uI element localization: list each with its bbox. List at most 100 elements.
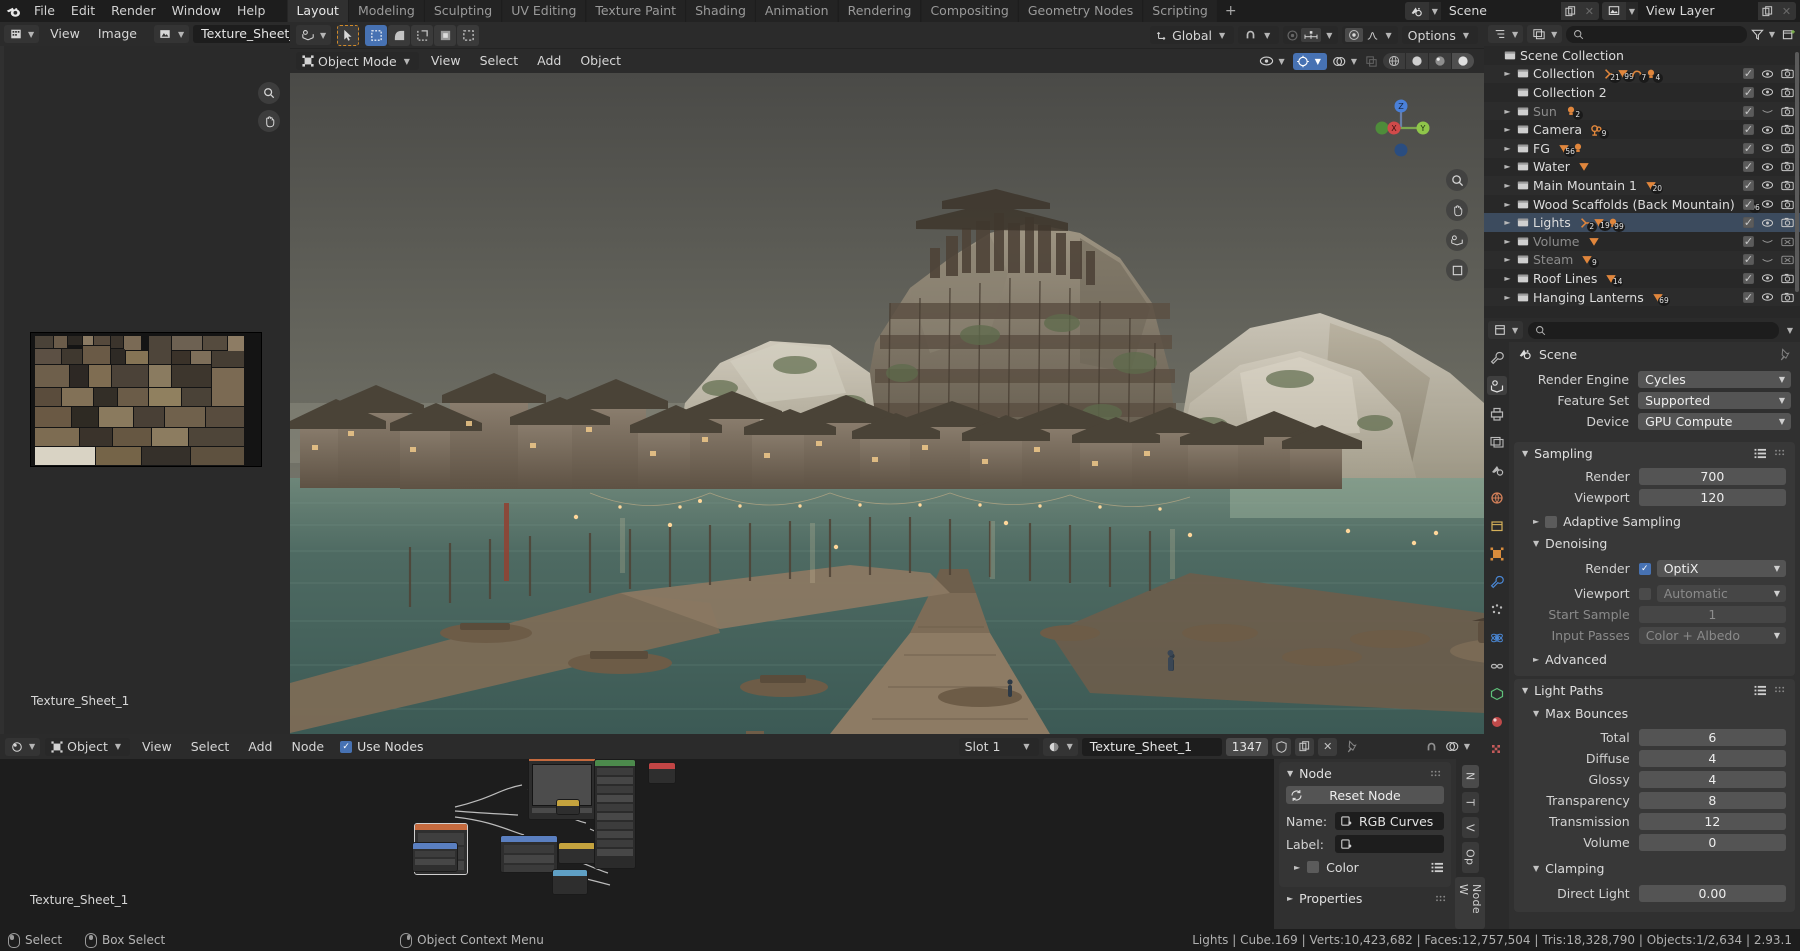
- outliner-row-collection-2[interactable]: Collection 2✓: [1484, 83, 1800, 102]
- expand-triangle-icon[interactable]: ►: [1501, 237, 1514, 246]
- bounce-field-transmission[interactable]: 12: [1639, 813, 1786, 830]
- material-slot-selector[interactable]: Slot 1 ▼: [959, 738, 1039, 756]
- shader-menu-view[interactable]: View: [135, 738, 179, 756]
- grip-dots-icon[interactable]: [1430, 769, 1443, 778]
- menu-window[interactable]: Window: [164, 2, 229, 20]
- properties-tab-tool[interactable]: [1487, 348, 1507, 367]
- node-label-field[interactable]: [1335, 835, 1444, 853]
- properties-editor-type-selector[interactable]: ▼: [1488, 321, 1523, 339]
- denoise-viewport-dropdown[interactable]: Automatic ▼: [1657, 585, 1786, 602]
- disable-in-render-icon[interactable]: [1781, 180, 1794, 191]
- workspace-tab-rendering[interactable]: Rendering: [839, 0, 921, 22]
- material-name-field[interactable]: Texture_Sheet_1: [1082, 738, 1222, 756]
- disable-in-render-icon[interactable]: [1781, 87, 1794, 98]
- properties-tab-modifiers[interactable]: [1487, 572, 1507, 591]
- workspace-tab-geometry-nodes[interactable]: Geometry Nodes: [1019, 0, 1142, 22]
- preset-list-icon[interactable]: [1431, 862, 1444, 873]
- expand-triangle-icon[interactable]: ►: [1501, 274, 1514, 283]
- new-collection-icon[interactable]: [1782, 28, 1796, 41]
- sampling-viewport-field[interactable]: 120: [1639, 489, 1786, 506]
- blender-logo-icon[interactable]: [0, 0, 26, 22]
- exclude-checkbox[interactable]: ✓: [1743, 292, 1754, 303]
- properties-subpanel-header[interactable]: ► Properties: [1279, 887, 1456, 909]
- node-mix-rgb[interactable]: [558, 842, 596, 864]
- node-color-ramp[interactable]: [556, 799, 580, 815]
- properties-tab-constraints[interactable]: [1487, 656, 1507, 675]
- pin-icon[interactable]: [1778, 348, 1791, 361]
- chevron-down-icon[interactable]: ▼: [1382, 31, 1394, 40]
- toggle-ortho-icon[interactable]: [1446, 259, 1468, 281]
- workspace-tab-compositing[interactable]: Compositing: [921, 0, 1017, 22]
- feature-set-dropdown[interactable]: Supported ▼: [1638, 392, 1791, 409]
- render-engine-dropdown[interactable]: Cycles ▼: [1638, 371, 1791, 388]
- proportional-edit-icon[interactable]: [1286, 29, 1299, 42]
- bounce-field-volume[interactable]: 0: [1639, 834, 1786, 851]
- bounce-field-total[interactable]: 6: [1639, 729, 1786, 746]
- properties-tab-render[interactable]: [1487, 376, 1507, 395]
- snap-control[interactable]: ▼: [1238, 26, 1279, 44]
- workspace-tab-scripting[interactable]: Scripting: [1143, 0, 1217, 22]
- properties-tab-particles[interactable]: [1487, 600, 1507, 619]
- denoise-render-checkbox[interactable]: ✓: [1639, 563, 1651, 575]
- snap-increment-icon[interactable]: [1301, 28, 1321, 42]
- properties-tab-output[interactable]: [1487, 404, 1507, 423]
- image-datablock-selector[interactable]: ▼: [154, 25, 189, 43]
- node-panel-header[interactable]: ▼ Node: [1279, 762, 1451, 784]
- hide-in-viewport-icon[interactable]: [1761, 106, 1774, 116]
- view-layer-selector[interactable]: ▼ View Layer ✕: [1602, 2, 1796, 20]
- xray-toggle-icon[interactable]: [1365, 55, 1378, 68]
- exclude-checkbox[interactable]: ✓: [1743, 199, 1754, 210]
- expand-triangle-icon[interactable]: ►: [1501, 218, 1514, 227]
- outliner-row-fg[interactable]: ►FG56✓: [1484, 139, 1800, 158]
- disable-in-render-icon[interactable]: [1781, 254, 1794, 265]
- properties-tab-object[interactable]: [1487, 544, 1507, 563]
- disable-in-render-icon[interactable]: [1781, 292, 1794, 303]
- zoom-region-icon[interactable]: [1446, 169, 1468, 191]
- zoom-icon[interactable]: [258, 82, 280, 104]
- filter-funnel-icon[interactable]: ▼: [1751, 28, 1778, 41]
- denoise-render-dropdown[interactable]: OptiX ▼: [1657, 560, 1786, 577]
- shader-type-selector[interactable]: Object ▼: [45, 738, 130, 756]
- properties-tab-world[interactable]: [1487, 488, 1507, 507]
- scene-dropdown-caret[interactable]: ▼: [1429, 7, 1441, 16]
- falloff-curve-icon[interactable]: [1366, 29, 1379, 41]
- viewport-menu-add[interactable]: Add: [530, 52, 568, 70]
- outliner-row-lights[interactable]: ►Lights21999✓: [1484, 213, 1800, 232]
- visibility-eye-icon[interactable]: ▼: [1259, 55, 1288, 67]
- direct-light-field[interactable]: 0.00: [1639, 885, 1786, 902]
- hide-in-viewport-icon[interactable]: [1761, 199, 1774, 209]
- hand-icon[interactable]: [258, 110, 280, 132]
- gizmo-toggle-icon[interactable]: ▼: [1293, 53, 1327, 70]
- unlink-material-icon[interactable]: ✕: [1318, 738, 1337, 756]
- expand-triangle-icon[interactable]: ►: [1501, 125, 1514, 134]
- outliner-row-water[interactable]: ►Water✓: [1484, 158, 1800, 177]
- node-principled-bsdf[interactable]: [594, 759, 636, 869]
- outliner-tree[interactable]: Scene Collection►Collection219974✓Collec…: [1484, 46, 1800, 318]
- properties-panel-body[interactable]: Scene Render Engine Cycles ▼ Feature Set: [1509, 342, 1800, 934]
- scene-selector[interactable]: ▼ Scene ✕: [1405, 2, 1599, 20]
- pivot-point-icon[interactable]: [1345, 28, 1363, 42]
- advanced-row[interactable]: ► Advanced: [1523, 650, 1786, 669]
- node-mapping[interactable]: [500, 835, 558, 873]
- expand-triangle-icon[interactable]: ►: [1501, 200, 1514, 209]
- exclude-checkbox[interactable]: ✓: [1743, 273, 1754, 284]
- scene-name-field[interactable]: Scene: [1441, 2, 1561, 20]
- wireframe-icon[interactable]: [1383, 53, 1405, 69]
- sidebar-tab-op[interactable]: Op: [1462, 842, 1479, 872]
- workspace-tab-shading[interactable]: Shading: [686, 0, 755, 22]
- new-scene-button[interactable]: [1561, 2, 1580, 20]
- overlays-toggle-icon[interactable]: ▼: [1332, 55, 1360, 68]
- workspace-tab-modeling[interactable]: Modeling: [349, 0, 424, 22]
- material-preview-icon[interactable]: [1429, 53, 1451, 69]
- hide-in-viewport-icon[interactable]: [1761, 236, 1774, 246]
- view-layer-name-field[interactable]: View Layer: [1638, 2, 1758, 20]
- new-material-icon[interactable]: [1295, 738, 1314, 756]
- outliner-row-camera[interactable]: ►Camera9✓: [1484, 120, 1800, 139]
- image-menu-view[interactable]: View: [43, 25, 87, 43]
- outliner-row-collection[interactable]: ►Collection219974✓: [1484, 65, 1800, 84]
- grip-dots-icon[interactable]: [1435, 894, 1448, 903]
- snap-magnet-icon[interactable]: [1425, 741, 1438, 753]
- start-sample-field[interactable]: 1: [1639, 606, 1786, 623]
- texture-sheet-image[interactable]: [30, 332, 262, 467]
- menu-render[interactable]: Render: [103, 2, 164, 20]
